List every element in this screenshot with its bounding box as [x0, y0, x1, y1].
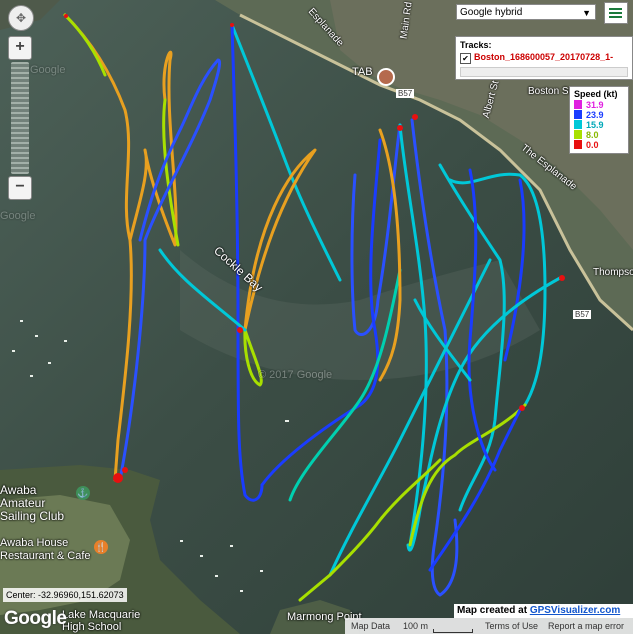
zoom-in-icon[interactable]: + — [8, 36, 32, 60]
legend-label: 0.0 — [586, 140, 599, 150]
gpsvisualizer-link[interactable]: GPSVisualizer.com — [530, 605, 620, 616]
created-prefix: Map created at — [457, 605, 528, 616]
copyright-watermark: © 2017 Google — [258, 369, 333, 381]
google-watermark: Google — [0, 210, 36, 222]
place-label-b57-north: B57 — [396, 89, 415, 98]
map-canvas[interactable]: Esplanade Main Rd TAB B57 Albert St Bost… — [0, 0, 633, 634]
sailing-club-marker-icon[interactable]: ⚓ — [76, 486, 90, 500]
legend-swatch — [574, 120, 582, 129]
created-credit: Map created at GPSVisualizer.com — [454, 604, 633, 618]
tab-marker-icon[interactable] — [377, 68, 395, 86]
legend-label: 8.0 — [586, 130, 599, 140]
map-footer-bar: Map Data 100 m Terms of Use Report a map… — [345, 618, 633, 634]
legend-swatch — [574, 140, 582, 149]
google-logo[interactable]: Google — [4, 608, 67, 630]
tracks-title: Tracks: — [460, 40, 492, 50]
legend-swatch — [574, 100, 582, 109]
terms-link[interactable]: Terms of Use — [485, 618, 538, 634]
legend-label: 23.9 — [586, 110, 604, 120]
checkbox-icon[interactable]: ✔ — [460, 53, 471, 64]
legend-title: Speed (kt) — [574, 89, 618, 99]
place-label-b57-east: B57 — [573, 310, 592, 319]
map-type-value: Google hybrid — [460, 7, 523, 18]
legend-label: 15.9 — [586, 120, 604, 130]
map-data-link[interactable]: Map Data — [351, 618, 390, 634]
track-name[interactable]: Boston_168600057_20170728_1- — [474, 52, 613, 62]
tracks-scrollbar[interactable] — [460, 67, 628, 77]
zoom-out-icon[interactable]: − — [8, 176, 32, 200]
legend-swatch — [574, 130, 582, 139]
restaurant-marker-icon[interactable]: 🍴 — [94, 540, 108, 554]
place-label-boston-st: Boston St — [528, 86, 572, 97]
google-watermark: Google — [30, 64, 66, 76]
legend-swatch — [574, 110, 582, 119]
place-label-thompson: Thompson — [593, 267, 633, 278]
report-link[interactable]: Report a map error — [548, 618, 624, 634]
tracks-panel: Tracks: ✔ Boston_168600057_20170728_1- — [455, 36, 633, 80]
legend-item: 0.0 — [574, 140, 599, 151]
place-label-sailing-club: Awaba Amateur Sailing Club — [0, 483, 65, 523]
center-coordinates: Center: -32.96960,151.62073 — [3, 588, 127, 602]
legend-label: 31.9 — [586, 100, 604, 110]
place-label-tab: TAB — [352, 66, 373, 78]
chevron-down-icon: ▼ — [582, 8, 591, 18]
scale-label: 100 m — [403, 621, 429, 631]
speed-legend: Speed (kt) 31.9 23.9 15.9 8.0 0.0 — [569, 86, 629, 154]
menu-icon[interactable] — [604, 2, 628, 24]
place-label-awaba-house: Awaba House Restaurant & Cafe — [0, 537, 91, 562]
zoom-slider[interactable] — [11, 62, 29, 174]
map-type-select[interactable]: Google hybrid ▼ — [456, 4, 596, 20]
scale-bar — [433, 629, 473, 633]
pan-icon[interactable]: ✥ — [8, 5, 34, 31]
place-label-high-school: Lake Macquarie High School — [62, 609, 141, 633]
